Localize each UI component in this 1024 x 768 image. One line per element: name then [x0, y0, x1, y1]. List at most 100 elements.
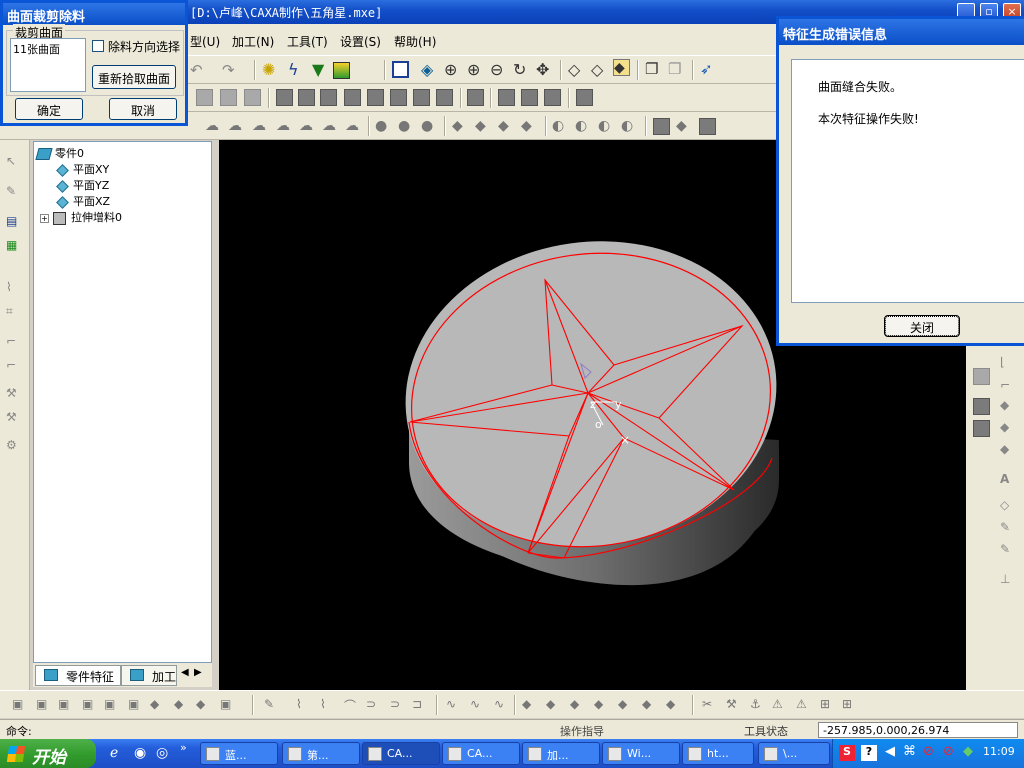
menu-item-tools[interactable]: 工具(T)	[287, 33, 328, 50]
task-button[interactable]: 加...	[522, 742, 600, 765]
feature-icon[interactable]: ◐	[575, 118, 592, 135]
pan-icon[interactable]: ◈	[421, 60, 438, 79]
task-button[interactable]: Wi...	[602, 742, 680, 765]
surface-tool-icon[interactable]	[413, 89, 430, 106]
tool-icon[interactable]: ◆	[1000, 398, 1017, 415]
tool-icon[interactable]: ▣	[104, 697, 121, 714]
tool-icon[interactable]: ∿	[446, 697, 463, 714]
tool-icon[interactable]: ⌗	[6, 304, 23, 321]
redo-icon[interactable]: ↷	[222, 61, 239, 79]
lightning-icon[interactable]: ϟ	[288, 60, 305, 79]
tool-icon[interactable]: ◆	[570, 697, 587, 714]
tool-icon[interactable]: ◆	[546, 697, 563, 714]
tool-icon[interactable]: ▣	[128, 697, 145, 714]
attribute-icon[interactable]: ▤	[6, 214, 23, 231]
surface-tool-icon[interactable]	[276, 89, 293, 106]
tool-icon[interactable]: ⌇	[296, 697, 313, 714]
feature-icon[interactable]: ●	[421, 118, 438, 135]
explorer-icon[interactable]: ◉	[134, 745, 146, 761]
feature-icon[interactable]: ☁	[205, 118, 222, 135]
feature-icon[interactable]: ●	[375, 118, 392, 135]
feature-icon[interactable]: ◆	[498, 118, 515, 135]
curve-tool-icon[interactable]	[244, 89, 261, 106]
tree-item-extrude[interactable]: + 拉伸增料0	[40, 209, 122, 225]
sketch-icon[interactable]: ✎	[6, 184, 23, 201]
tool-icon[interactable]: ⌒	[344, 697, 361, 714]
tab-scroll-right-icon[interactable]: ▶	[194, 667, 202, 678]
feature-icon[interactable]: ◆	[521, 118, 538, 135]
repick-surface-button[interactable]: 重新拾取曲面	[92, 65, 176, 89]
task-button[interactable]: 蓝...	[200, 742, 278, 765]
tree-item-plane-xz[interactable]: 平面XZ	[56, 193, 110, 209]
tool-icon[interactable]: ⚒	[6, 386, 23, 403]
filter-icon[interactable]: ▼	[312, 60, 329, 79]
tool-icon[interactable]	[973, 368, 990, 385]
start-button[interactable]: 开始	[0, 739, 96, 768]
tool-icon[interactable]: ◆	[174, 697, 191, 714]
tab-machining[interactable]: 加工管	[121, 665, 177, 686]
tool-icon[interactable]: ⚓	[750, 697, 767, 714]
tool-icon[interactable]: ⌐	[1000, 378, 1017, 395]
curve-tool-icon[interactable]	[220, 89, 237, 106]
network-icon[interactable]: ⌘	[903, 744, 916, 759]
tree-root[interactable]: 零件0	[35, 145, 84, 161]
tool-icon[interactable]: ◆	[150, 697, 167, 714]
feature-icon[interactable]: ●	[398, 118, 415, 135]
surface-tool-icon[interactable]	[436, 89, 453, 106]
tool-icon[interactable]: ⊐	[412, 697, 429, 714]
layer-icon[interactable]	[333, 62, 350, 79]
menu-item-machining[interactable]: 加工(N)	[232, 33, 274, 50]
window-icon[interactable]	[392, 61, 409, 78]
tool-icon[interactable]: ◆	[594, 697, 611, 714]
tool-icon[interactable]: ✎	[1000, 542, 1017, 559]
shield-icon[interactable]: ◆	[963, 744, 973, 759]
tool-icon[interactable]: ⚠	[796, 697, 813, 714]
feature-icon[interactable]	[699, 118, 716, 135]
task-button[interactable]: 第...	[282, 742, 360, 765]
tool-icon[interactable]: ⚒	[726, 697, 743, 714]
rotate-icon[interactable]: ↻	[513, 60, 530, 79]
tool-icon[interactable]	[973, 398, 990, 415]
tool-icon[interactable]: ▣	[36, 697, 53, 714]
surface-list-item[interactable]: 11张曲面	[13, 43, 60, 56]
tool-icon[interactable]: ✎	[1000, 520, 1017, 537]
surface-tool-icon[interactable]	[367, 89, 384, 106]
ie-icon[interactable]: ℯ	[110, 745, 118, 761]
surface-tool-icon[interactable]	[390, 89, 407, 106]
tree-item-plane-xy[interactable]: 平面XY	[56, 161, 109, 177]
lamp-icon[interactable]: ✺	[262, 60, 279, 79]
tab-part-features[interactable]: 零件特征	[35, 665, 121, 686]
tool-icon[interactable]: ⌐	[6, 334, 23, 351]
speaker-icon[interactable]: ◀	[885, 744, 895, 759]
pointer-tool-icon[interactable]: ➶	[700, 60, 717, 78]
feature-icon[interactable]: ☁	[345, 118, 362, 135]
query-icon[interactable]: ▦	[6, 238, 23, 255]
tool-icon[interactable]: ⊃	[366, 697, 383, 714]
tool-icon[interactable]: ◇	[1000, 498, 1017, 515]
tool-icon[interactable]: ⚠	[772, 697, 789, 714]
zoom-in-icon[interactable]: ⊕	[467, 60, 484, 79]
close-button[interactable]: 关闭	[884, 315, 960, 337]
tool-icon[interactable]	[973, 420, 990, 437]
media-icon[interactable]: ◎	[156, 745, 168, 761]
tool-icon[interactable]: ✎	[264, 697, 281, 714]
tool-icon[interactable]: ⌇	[6, 280, 23, 297]
text-tool-icon[interactable]: A	[1000, 472, 1017, 489]
surface-tool-icon[interactable]	[298, 89, 315, 106]
shaded-icon[interactable]: ◆	[613, 59, 630, 76]
task-button[interactable]: \...	[758, 742, 830, 765]
tool-icon[interactable]: ▣	[12, 697, 29, 714]
tool-icon[interactable]: ⊥	[1000, 572, 1017, 589]
tool-icon[interactable]: ⚙	[6, 438, 23, 455]
edit-tool-icon[interactable]	[521, 89, 538, 106]
curve-tool-icon[interactable]	[196, 89, 213, 106]
tool-icon[interactable]: ⊞	[820, 697, 837, 714]
antivirus-icon[interactable]: ⊘	[923, 744, 934, 759]
tool-icon[interactable]: ◆	[196, 697, 213, 714]
tool-icon[interactable]: ⚒	[6, 410, 23, 427]
surface-list[interactable]: 11张曲面	[10, 38, 86, 92]
sogou-icon[interactable]: S	[839, 745, 855, 761]
tool-icon[interactable]: ∿	[494, 697, 511, 714]
task-button[interactable]: ht...	[682, 742, 754, 765]
feature-icon[interactable]: ◐	[598, 118, 615, 135]
